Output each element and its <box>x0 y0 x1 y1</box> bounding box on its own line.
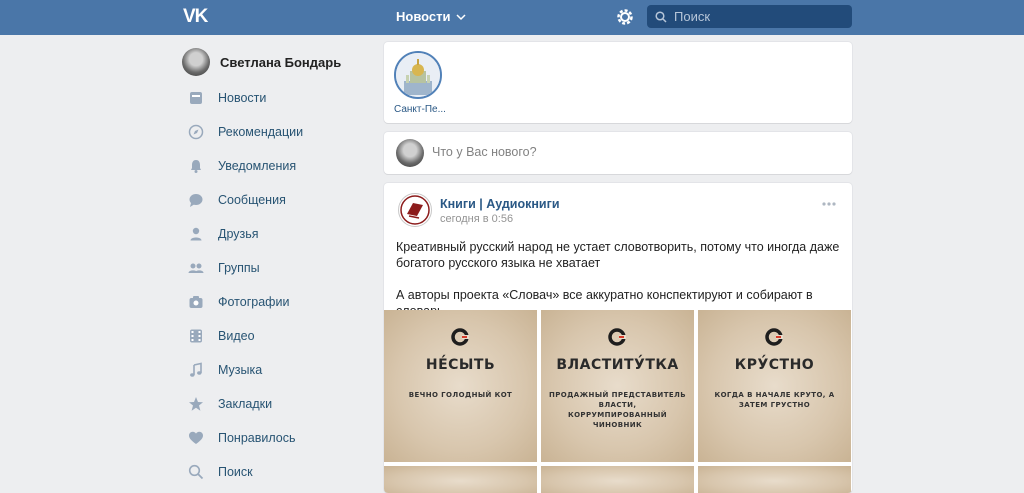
sidebar-item-label: Закладки <box>218 397 273 411</box>
tile-word: НЕ́СЫТЬ <box>425 357 496 373</box>
compass-icon <box>188 124 204 140</box>
more-options-icon[interactable] <box>821 201 837 207</box>
sidebar-item-label: Уведомления <box>218 159 297 173</box>
gear-icon[interactable] <box>615 7 635 27</box>
film-icon <box>190 329 202 343</box>
post-image-tile[interactable]: НЕ́СЫТЬ ВЕЧНО ГОЛОДНЫЙ КОТ <box>384 310 537 462</box>
post-images-grid: НЕ́СЫТЬ ВЕЧНО ГОЛОДНЫЙ КОТ ВЛАСТИТУ́ТКА … <box>384 310 852 493</box>
heart-icon <box>189 431 203 444</box>
post-image-tile[interactable]: КРУ́СТНО КОГДА В НАЧАЛЕ КРУТО, А ЗАТЕМ Г… <box>698 310 851 462</box>
top-header: VK Новости <box>0 0 1024 35</box>
story-label[interactable]: Санкт-Пе... <box>394 104 446 115</box>
camera-icon <box>189 296 203 308</box>
slovach-logo-icon <box>451 328 469 346</box>
music-note-icon <box>190 362 202 377</box>
sidebar-item-friends[interactable]: Друзья <box>180 217 370 251</box>
tile-definition: ВЕЧНО ГОЛОДНЫЙ КОТ <box>408 391 513 399</box>
header-title: Новости <box>396 9 451 24</box>
book-logo-icon <box>400 195 430 225</box>
chevron-down-icon <box>455 13 466 20</box>
sidebar-item-music[interactable]: Музыка <box>180 353 370 387</box>
post-image-tile[interactable] <box>384 466 537 493</box>
slovach-logo-icon <box>765 328 783 346</box>
sidebar-item-bookmarks[interactable]: Закладки <box>180 387 370 421</box>
star-icon <box>189 397 203 411</box>
sidebar-item-label: Понравилось <box>218 431 296 445</box>
sidebar-item-recommendations[interactable]: Рекомендации <box>180 115 370 149</box>
sidebar-item-groups[interactable]: Группы <box>180 251 370 285</box>
profile-name: Светлана Бондарь <box>220 54 342 70</box>
tile-definition: ПРОДАЖНЫЙ ПРЕДСТАВИТЕЛЬ ВЛАСТИ, КОРРУМПИ… <box>549 391 687 429</box>
post-paragraph: Креативный русский народ не устает слово… <box>396 240 840 270</box>
search-icon <box>655 10 667 23</box>
sidebar-item-label: Фотографии <box>218 295 290 309</box>
sidebar-item-label: Группы <box>218 261 260 275</box>
sidebar-item-photos[interactable]: Фотографии <box>180 285 370 319</box>
post-author[interactable]: Книги | Аудиокниги <box>440 197 560 211</box>
feed-post: Книги | Аудиокниги сегодня в 0:56 Креати… <box>384 183 852 493</box>
sidebar-item-label: Сообщения <box>218 193 286 207</box>
group-icon <box>188 263 204 273</box>
cathedral-image <box>396 53 440 97</box>
sidebar-item-notifications[interactable]: Уведомления <box>180 149 370 183</box>
post-text: Креативный русский народ не устает слово… <box>396 239 844 319</box>
sidebar-item-liked[interactable]: Понравилось <box>180 421 370 455</box>
chat-bubble-icon <box>189 194 203 207</box>
sidebar-item-label: Поиск <box>218 465 253 479</box>
compose-input[interactable] <box>430 144 834 160</box>
left-sidebar: Светлана Бондарь Новости Рекомендации Ув… <box>180 45 370 489</box>
news-dropdown[interactable]: Новости <box>396 9 466 24</box>
news-icon <box>190 92 202 104</box>
post-time[interactable]: сегодня в 0:56 <box>440 213 513 225</box>
sidebar-item-search[interactable]: Поиск <box>180 455 370 489</box>
sidebar-item-messages[interactable]: Сообщения <box>180 183 370 217</box>
vk-logo[interactable]: VK <box>183 6 209 27</box>
sidebar-item-video[interactable]: Видео <box>180 319 370 353</box>
sidebar-item-label: Новости <box>218 91 267 105</box>
slovach-logo-icon <box>608 328 626 346</box>
search-box[interactable] <box>647 5 852 28</box>
sidebar-item-label: Видео <box>218 329 255 343</box>
avatar <box>396 139 424 167</box>
search-input[interactable] <box>672 8 846 25</box>
sidebar-item-label: Друзья <box>218 227 259 241</box>
person-icon <box>190 227 202 241</box>
stories-card: Санкт-Пе... <box>384 42 852 123</box>
bell-icon <box>191 160 201 173</box>
profile-link[interactable]: Светлана Бондарь <box>180 45 370 79</box>
search-icon <box>188 464 204 480</box>
compose-card <box>384 132 852 174</box>
avatar <box>182 48 210 76</box>
post-image-tile[interactable]: ВЛАСТИТУ́ТКА ПРОДАЖНЫЙ ПРЕДСТАВИТЕЛЬ ВЛА… <box>541 310 694 462</box>
tile-word: ВЛАСТИТУ́ТКА <box>556 357 679 373</box>
story-thumbnail[interactable] <box>394 51 442 99</box>
sidebar-item-news[interactable]: Новости <box>180 81 370 115</box>
post-image-tile[interactable] <box>541 466 694 493</box>
sidebar-item-label: Рекомендации <box>218 125 304 139</box>
post-image-tile[interactable] <box>698 466 851 493</box>
tile-definition: КОГДА В НАЧАЛЕ КРУТО, А ЗАТЕМ ГРУСТНО <box>714 391 835 409</box>
community-avatar[interactable] <box>398 193 432 227</box>
sidebar-item-label: Музыка <box>218 363 263 377</box>
tile-word: КРУ́СТНО <box>734 357 815 373</box>
